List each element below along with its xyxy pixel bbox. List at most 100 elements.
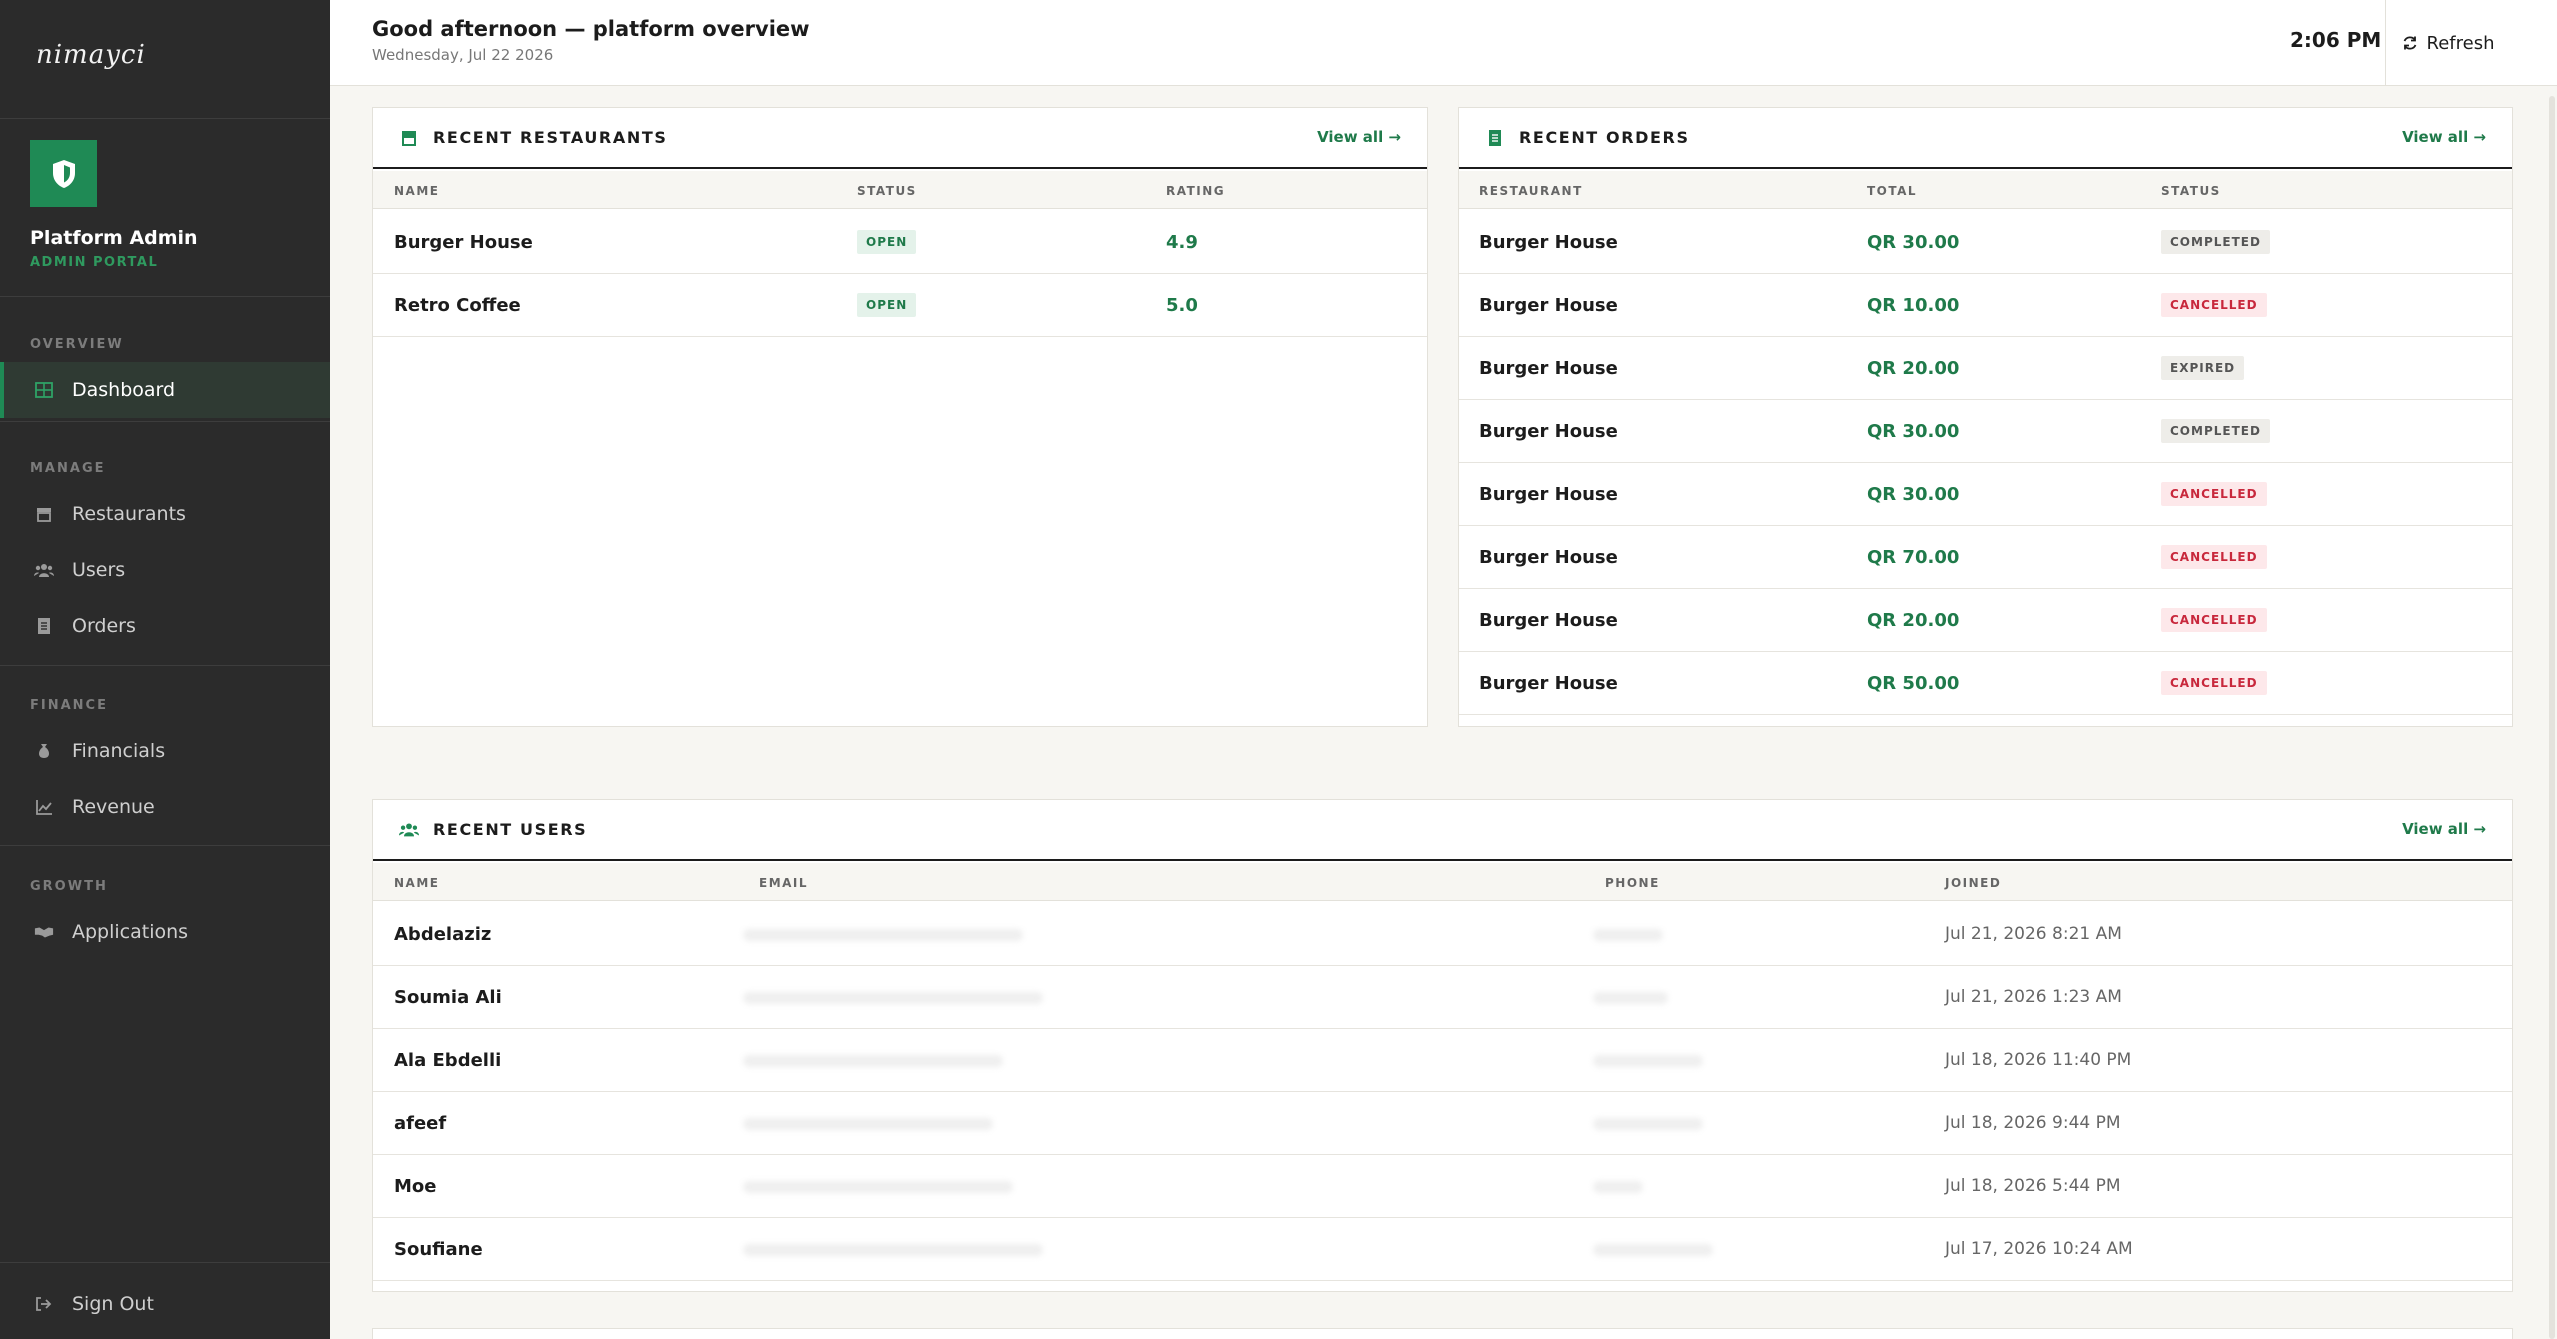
- page-scrollbar[interactable]: [2549, 96, 2555, 1339]
- sidebar-item-label: Financials: [72, 740, 166, 762]
- table-row[interactable]: Burger House QR 30.00 CANCELLED: [1459, 463, 2512, 526]
- column-header: RESTAURANT: [1479, 184, 1583, 198]
- table-row[interactable]: afeef Jul 18, 2026 9:44 PM: [373, 1092, 2512, 1155]
- status-badge: OPEN: [857, 230, 917, 254]
- table-row[interactable]: Burger House QR 70.00 CANCELLED: [1459, 526, 2512, 589]
- sidebar-item-dashboard[interactable]: Dashboard: [0, 362, 330, 418]
- status-badge: CANCELLED: [2161, 671, 2267, 695]
- view-all-orders-link[interactable]: View all →: [2402, 128, 2486, 146]
- sidebar-divider: [0, 296, 330, 297]
- order-total: QR 30.00: [1867, 232, 1960, 253]
- status-badge: CANCELLED: [2161, 545, 2267, 569]
- column-header: PHONE: [1605, 876, 1660, 890]
- refresh-button[interactable]: Refresh: [2385, 0, 2510, 86]
- handshake-icon: [34, 922, 54, 942]
- table-row[interactable]: Burger House QR 10.00 CANCELLED: [1459, 274, 2512, 337]
- status-badge: OPEN: [857, 293, 917, 317]
- order-total: QR 70.00: [1867, 547, 1960, 568]
- redacted-email: [743, 992, 1043, 1004]
- sidebar-divider: [0, 665, 330, 666]
- table-header: NAME EMAIL PHONE JOINED: [373, 863, 2512, 901]
- sidebar-divider: [0, 845, 330, 846]
- joined-date: Jul 21, 2026 8:21 AM: [1945, 924, 2122, 944]
- grid-icon: [34, 380, 54, 400]
- redacted-phone: [1593, 1118, 1703, 1130]
- redacted-email: [743, 1055, 1003, 1067]
- order-restaurant: Burger House: [1479, 358, 1618, 379]
- table-row[interactable]: Soumia Ali Jul 21, 2026 1:23 AM: [373, 966, 2512, 1029]
- status-badge: COMPLETED: [2161, 230, 2270, 254]
- redacted-phone: [1593, 929, 1663, 941]
- current-time: 2:06 PM: [2290, 28, 2382, 52]
- order-total: QR 30.00: [1867, 421, 1960, 442]
- sidebar: nimayci Platform Admin ADMIN PORTAL OVER…: [0, 0, 330, 1339]
- sidebar-item-financials[interactable]: Financials: [0, 723, 330, 779]
- sidebar-item-restaurants[interactable]: Restaurants: [0, 486, 330, 542]
- user-name: Soufiane: [394, 1239, 483, 1260]
- table-row[interactable]: Burger House QR 30.00 COMPLETED: [1459, 400, 2512, 463]
- table-header: NAME STATUS RATING: [373, 171, 1427, 209]
- table-row[interactable]: Burger House QR 30.00 COMPLETED: [1459, 211, 2512, 274]
- redacted-email: [743, 1181, 1013, 1193]
- table-row[interactable]: Burger House QR 20.00 CANCELLED: [1459, 589, 2512, 652]
- column-header: EMAIL: [759, 876, 809, 890]
- table-row[interactable]: Burger House OPEN 4.9: [373, 211, 1427, 274]
- sidebar-item-applications[interactable]: Applications: [0, 904, 330, 960]
- view-all-users-link[interactable]: View all →: [2402, 820, 2486, 838]
- recent-restaurants-card: RECENT RESTAURANTS View all → NAME STATU…: [372, 107, 1428, 727]
- section-label-growth: GROWTH: [30, 879, 108, 894]
- order-total: QR 20.00: [1867, 358, 1960, 379]
- order-total: QR 50.00: [1867, 673, 1960, 694]
- brand-name: Platform Admin: [30, 227, 198, 249]
- order-restaurant: Burger House: [1479, 673, 1618, 694]
- users-icon: [399, 820, 419, 840]
- table-row[interactable]: Abdelaziz Jul 21, 2026 8:21 AM: [373, 903, 2512, 966]
- order-restaurant: Burger House: [1479, 421, 1618, 442]
- order-total: QR 30.00: [1867, 484, 1960, 505]
- status-badge: CANCELLED: [2161, 482, 2267, 506]
- sidebar-item-label: Revenue: [72, 796, 155, 818]
- card-header: RECENT USERS: [373, 800, 2512, 861]
- status-badge: EXPIRED: [2161, 356, 2245, 380]
- table-row[interactable]: Retro Coffee OPEN 5.0: [373, 274, 1427, 337]
- sidebar-divider: [0, 421, 330, 422]
- table-row[interactable]: Soufiane Jul 17, 2026 10:24 AM: [373, 1218, 2512, 1281]
- users-icon: [34, 560, 54, 580]
- card-title: RECENT USERS: [433, 820, 588, 839]
- refresh-label: Refresh: [2426, 32, 2495, 54]
- order-restaurant: Burger House: [1479, 295, 1618, 316]
- card-title: RECENT RESTAURANTS: [433, 128, 668, 147]
- column-header: STATUS: [857, 184, 917, 198]
- sidebar-item-users[interactable]: Users: [0, 542, 330, 598]
- column-header: RATING: [1166, 184, 1226, 198]
- table-row[interactable]: Ala Ebdelli Jul 18, 2026 11:40 PM: [373, 1029, 2512, 1092]
- table-row[interactable]: Burger House QR 50.00 CANCELLED: [1459, 652, 2512, 715]
- sidebar-item-orders[interactable]: Orders: [0, 598, 330, 654]
- card-title: RECENT ORDERS: [1519, 128, 1690, 147]
- recent-orders-card: RECENT ORDERS View all → RESTAURANT TOTA…: [1458, 107, 2513, 727]
- table-row[interactable]: Moe Jul 18, 2026 5:44 PM: [373, 1155, 2512, 1218]
- table-header: RESTAURANT TOTAL STATUS: [1459, 171, 2512, 209]
- view-all-restaurants-link[interactable]: View all →: [1317, 128, 1401, 146]
- app-logo[interactable]: nimayci: [36, 40, 146, 76]
- column-header: TOTAL: [1867, 184, 1918, 198]
- user-name: Moe: [394, 1176, 437, 1197]
- redacted-email: [743, 1118, 993, 1130]
- redacted-email: [743, 1244, 1043, 1256]
- sign-out-icon: [34, 1294, 54, 1314]
- money-bag-icon: [34, 741, 54, 761]
- sidebar-item-revenue[interactable]: Revenue: [0, 779, 330, 835]
- redacted-phone: [1593, 992, 1668, 1004]
- table-row[interactable]: Burger House QR 20.00 EXPIRED: [1459, 337, 2512, 400]
- brand-subtitle: ADMIN PORTAL: [30, 255, 159, 270]
- rating-value: 5.0: [1166, 295, 1198, 316]
- recent-users-card: RECENT USERS View all → NAME EMAIL PHONE…: [372, 799, 2513, 1292]
- topbar: Good afternoon — platform overview Wedne…: [330, 0, 2557, 86]
- redacted-phone: [1593, 1055, 1703, 1067]
- user-name: Abdelaziz: [394, 924, 492, 945]
- sign-out-button[interactable]: Sign Out: [0, 1276, 330, 1332]
- restaurant-name: Retro Coffee: [394, 295, 521, 316]
- sign-out-label: Sign Out: [72, 1293, 154, 1315]
- column-header: NAME: [394, 876, 440, 890]
- order-restaurant: Burger House: [1479, 547, 1618, 568]
